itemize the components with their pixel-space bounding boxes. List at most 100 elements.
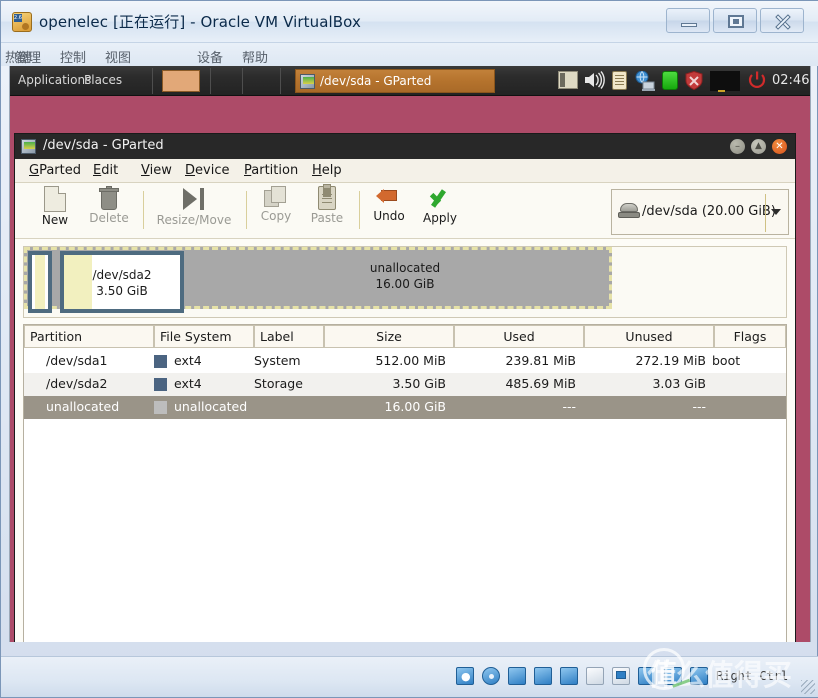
paste-button[interactable]: Paste [302,184,352,225]
copy-button-label: Copy [260,209,292,223]
delete-button[interactable]: Delete [81,186,137,225]
gparted-close-button[interactable]: ✕ [772,139,787,154]
menu-help-mnemonic: H [312,163,322,178]
menu-device[interactable]: Device [185,163,229,178]
host-menu-view[interactable]: 视图 [101,46,135,67]
menu-view-mnemonic: V [141,163,150,178]
apply-button[interactable]: Apply [415,186,465,225]
column-header-unused[interactable]: Unused [584,325,714,348]
undo-button[interactable]: Undo [365,186,413,223]
host-minimize-button[interactable] [666,8,710,33]
apply-button-label: Apply [423,211,457,225]
table-header-row: Partition File System Label Size Used Un… [24,325,786,348]
network-icon[interactable] [633,70,656,91]
power-icon[interactable] [748,71,766,90]
cell-size: 3.50 GiB [392,376,446,391]
cell-partition: /dev/sda1 [46,353,108,368]
menu-partition-rest: artition [251,163,299,178]
column-header-filesystem[interactable]: File System [154,325,254,348]
filesystem-color-swatch [154,401,167,414]
menu-gparted-rest: Parted [39,163,81,178]
panel-separator-1 [152,68,153,94]
remote-desktop-icon[interactable] [664,667,682,685]
column-header-flags[interactable]: Flags [714,325,786,348]
paste-icon [318,184,336,210]
host-menu-devices[interactable]: 设备 [193,46,227,67]
network-icon[interactable] [534,667,552,685]
resize-grip[interactable] [801,680,815,694]
combo-separator [765,194,766,232]
taskbar-item-gparted[interactable]: /dev/sda - GParted [295,69,495,93]
guest-screen: Applications Places /dev/sda - GParted 0… [9,66,811,642]
terminal-icon[interactable] [558,71,578,89]
gparted-icon [300,74,315,89]
cell-filesystem: ext4 [174,353,202,368]
column-header-size[interactable]: Size [324,325,454,348]
cell-used: --- [562,399,576,414]
cell-unused: 3.03 GiB [652,376,706,391]
cd-icon[interactable] [482,667,500,685]
filesystem-color-swatch [154,378,167,391]
gparted-maximize-button[interactable]: ▲ [751,139,766,154]
clipboard-icon[interactable] [612,71,627,90]
usb-icon[interactable] [560,667,578,685]
host-menu-control[interactable]: 控制 [56,46,90,67]
gparted-minimize-button[interactable]: – [730,139,745,154]
cell-filesystem: ext4 [174,376,202,391]
table-row[interactable]: /dev/sda2 ext4 Storage 3.50 GiB 485.69 M… [24,373,786,396]
menu-device-mnemonic: D [185,163,196,178]
cell-partition: unallocated [46,399,120,414]
workspace-switcher[interactable] [162,70,200,92]
host-menu-hotkeys[interactable]: 热键 [1,46,35,67]
display-icon[interactable] [612,667,630,685]
shared-folder-icon[interactable] [586,667,604,685]
host-maximize-button[interactable] [713,8,757,33]
resize-move-button[interactable]: Resize/Move [149,186,239,227]
copy-button[interactable]: Copy [252,186,300,223]
icon-badge: 2.6 [14,14,22,22]
menu-gparted[interactable]: GParted [29,163,81,178]
menu-edit[interactable]: Edit [93,163,118,178]
column-header-partition[interactable]: Partition [24,325,154,348]
cell-label: Storage [254,376,303,391]
places-menu[interactable]: Places [84,73,122,87]
cell-unused: --- [692,399,706,414]
partition-table: Partition File System Label Size Used Un… [23,324,787,642]
column-header-label[interactable]: Label [254,325,324,348]
panel-clock[interactable]: 02:46 [772,73,809,88]
battery-icon[interactable] [662,71,678,90]
chevron-down-icon [771,209,781,215]
host-menubar: 管理 控制 视图 热键 设备 帮助 [1,43,818,66]
device-selector-value: /dev/sda (20.00 GiB) [642,204,776,219]
harddisk-icon[interactable]: ● [456,667,474,685]
mouse-icon[interactable] [690,667,708,685]
menu-partition[interactable]: Partition [244,163,298,178]
taskbar-item-label: /dev/sda - GParted [320,74,432,88]
minimize-icon [681,23,697,27]
minimize-icon: – [735,141,740,152]
menu-help[interactable]: Help [312,163,342,178]
new-button[interactable]: New [29,186,81,227]
applications-menu[interactable]: Applications [18,73,91,87]
host-close-button[interactable] [760,8,804,33]
gnome-panel: Applications Places /dev/sda - GParted 0… [10,66,810,96]
panel-separator-3 [242,68,243,94]
host-menu-help[interactable]: 帮助 [238,46,272,67]
column-header-used[interactable]: Used [454,325,584,348]
gparted-window: /dev/sda - GParted – ▲ ✕ GParted Edit Vi… [14,133,796,642]
gparted-menubar: GParted Edit View Device Partition Help [15,159,795,183]
copy-icon [264,186,288,208]
resize-move-button-label: Resize/Move [156,213,232,227]
close-icon: ✕ [775,141,784,152]
video-capture-icon[interactable] [638,667,656,685]
device-selector[interactable]: /dev/sda (20.00 GiB) [611,189,789,235]
resize-move-icon [181,186,207,212]
volume-icon[interactable] [584,71,606,89]
menu-view[interactable]: View [141,163,172,178]
host-titlebar: 2.6 openelec [正在运行] - Oracle VM VirtualB… [1,1,818,43]
display-icon[interactable] [710,71,740,92]
floppy-icon[interactable] [508,667,526,685]
shield-icon[interactable] [685,70,703,91]
table-row[interactable]: unallocated unallocated 16.00 GiB --- --… [24,396,786,419]
table-row[interactable]: /dev/sda1 ext4 System 512.00 MiB 239.81 … [24,350,786,373]
